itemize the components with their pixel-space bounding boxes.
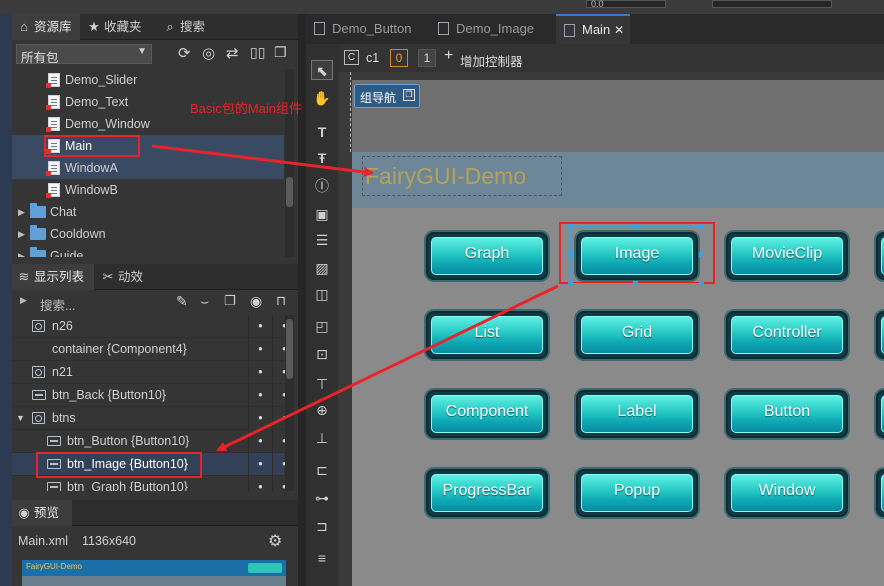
editor-window: 0.0 ⌂ 资源库 ★ 收藏夹 ⌕ 搜索 所有包 ▼ ⟳ ◎ ⇄ ▯▯ ❐ De…	[0, 0, 884, 586]
arrow-image-to-list	[216, 284, 559, 452]
annotation-arrows	[151, 144, 559, 452]
arrow-main-to-stage	[151, 144, 374, 177]
